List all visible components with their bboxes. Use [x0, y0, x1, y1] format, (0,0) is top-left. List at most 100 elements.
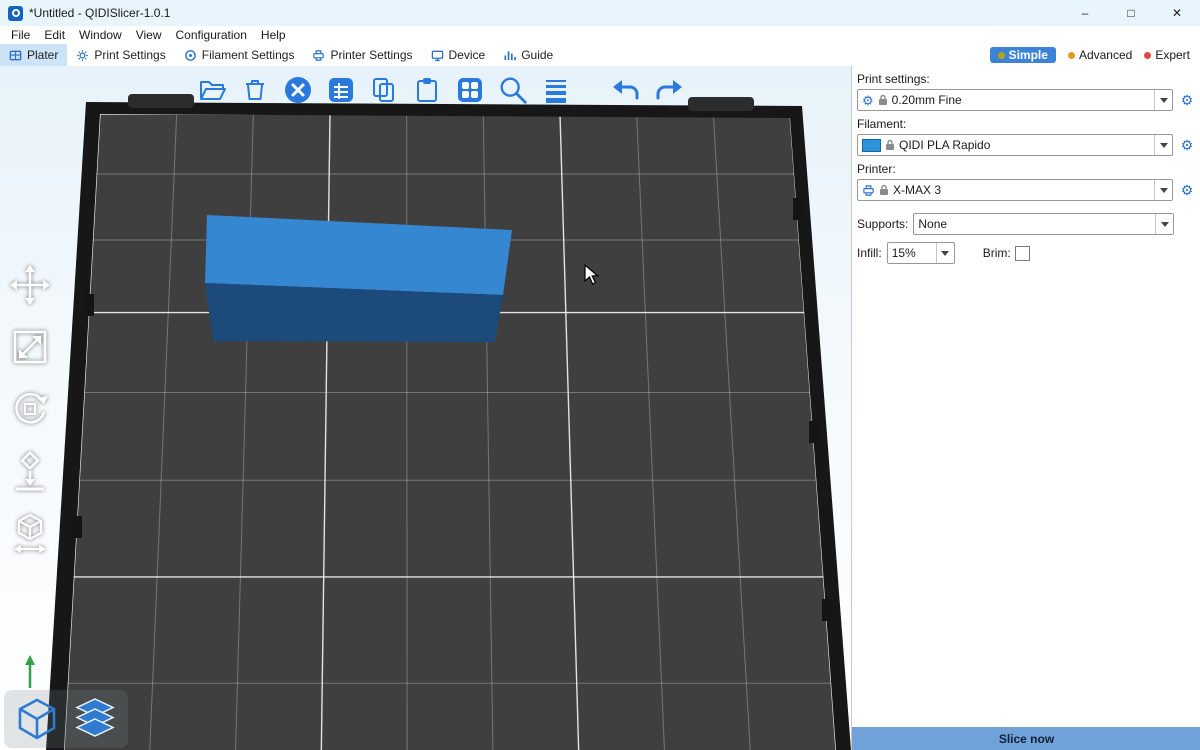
print-bed[interactable] — [0, 66, 851, 750]
plater-toolbar — [196, 72, 685, 108]
window-controls: – □ ✕ — [1062, 0, 1200, 26]
printer-icon — [862, 184, 875, 197]
app-icon — [8, 6, 23, 21]
print-settings-gear-button[interactable] — [1178, 92, 1196, 109]
copy-button[interactable] — [368, 74, 400, 106]
tab-label: Printer Settings — [330, 48, 412, 62]
printer-settings-icon — [312, 49, 325, 62]
search-button[interactable] — [497, 74, 529, 106]
bed-notch — [809, 421, 819, 443]
view-mode-toolbar — [4, 690, 128, 748]
lock-icon — [885, 139, 895, 151]
filament-gear-button[interactable] — [1178, 137, 1196, 154]
axis-arrow-icon — [25, 655, 35, 688]
viewport-3d[interactable] — [0, 66, 851, 750]
infill-combo[interactable]: 15% — [887, 242, 955, 264]
dropdown-arrow-icon[interactable] — [1154, 135, 1172, 155]
expert-mode-dot-icon — [1144, 52, 1151, 59]
arrange-button[interactable] — [325, 74, 357, 106]
menu-file[interactable]: File — [4, 28, 37, 42]
supports-label: Supports: — [857, 217, 908, 231]
tab-label: Filament Settings — [202, 48, 295, 62]
paste-button[interactable] — [411, 74, 443, 106]
tab-print-settings[interactable]: Print Settings — [67, 44, 174, 66]
printer-combo[interactable]: X-MAX 3 — [857, 179, 1173, 201]
bed-notch — [72, 516, 82, 538]
device-icon — [431, 49, 444, 62]
print-settings-label: Print settings: — [857, 72, 1199, 86]
model-object[interactable] — [205, 215, 512, 342]
measure-tool-icon[interactable] — [6, 510, 54, 556]
mode-advanced[interactable]: Advanced — [1068, 48, 1132, 62]
minimize-button[interactable]: – — [1062, 0, 1108, 26]
supports-combo[interactable]: None — [913, 213, 1174, 235]
scale-tool-icon[interactable] — [6, 324, 54, 370]
titlebar: *Untitled - QIDISlicer-1.0.1 – □ ✕ — [0, 0, 1200, 26]
tab-filament-settings[interactable]: Filament Settings — [175, 44, 304, 66]
delete-all-button[interactable] — [282, 74, 314, 106]
brim-checkbox[interactable] — [1015, 246, 1030, 261]
tab-plater[interactable]: Plater — [0, 44, 67, 66]
profile-gear-icon — [862, 94, 874, 107]
tab-label: Plater — [27, 48, 58, 62]
bed-plate — [64, 114, 836, 750]
menu-configuration[interactable]: Configuration — [169, 28, 254, 42]
delete-button[interactable] — [239, 74, 271, 106]
settings-panel: Print settings: 0.20mm Fine Filament: QI… — [851, 66, 1200, 750]
rotate-tool-icon[interactable] — [6, 386, 54, 432]
brim-label: Brim: — [983, 246, 1011, 260]
tabbar: Plater Print Settings Filament Settings … — [0, 44, 1200, 67]
window-title: *Untitled - QIDISlicer-1.0.1 — [29, 6, 170, 20]
menu-window[interactable]: Window — [72, 28, 129, 42]
close-button[interactable]: ✕ — [1154, 0, 1200, 26]
menu-view[interactable]: View — [129, 28, 169, 42]
printer-gear-button[interactable] — [1178, 182, 1196, 199]
undo-button[interactable] — [610, 74, 642, 106]
dropdown-arrow-icon[interactable] — [1154, 90, 1172, 110]
lock-icon — [879, 184, 889, 196]
place-on-face-tool-icon[interactable] — [6, 448, 54, 494]
filament-color-swatch — [862, 139, 881, 152]
simple-mode-dot-icon — [998, 52, 1005, 59]
bed-clip-right — [688, 97, 754, 111]
print-settings-combo[interactable]: 0.20mm Fine — [857, 89, 1173, 111]
bed-notch — [84, 294, 94, 316]
move-tool-icon[interactable] — [6, 262, 54, 308]
lock-icon — [878, 94, 888, 106]
split-to-objects-button[interactable] — [454, 74, 486, 106]
open-button[interactable] — [196, 74, 228, 106]
tab-printer-settings[interactable]: Printer Settings — [303, 44, 421, 66]
filament-combo[interactable]: QIDI PLA Rapido — [857, 134, 1173, 156]
tab-label: Print Settings — [94, 48, 165, 62]
redo-button[interactable] — [653, 74, 685, 106]
mode-simple[interactable]: Simple — [990, 47, 1056, 63]
infill-label: Infill: — [857, 246, 882, 260]
tab-label: Device — [449, 48, 486, 62]
menu-help[interactable]: Help — [254, 28, 293, 42]
preview-view-button[interactable] — [68, 692, 122, 746]
editor-view-button[interactable] — [10, 692, 64, 746]
mode-expert[interactable]: Expert — [1144, 48, 1190, 62]
mode-switcher: Simple Advanced Expert — [990, 44, 1200, 66]
print-settings-icon — [76, 49, 89, 62]
tab-device[interactable]: Device — [422, 44, 495, 66]
menu-edit[interactable]: Edit — [37, 28, 72, 42]
plater-icon — [9, 49, 22, 62]
advanced-mode-dot-icon — [1068, 52, 1075, 59]
guide-icon — [503, 49, 516, 62]
dropdown-arrow-icon[interactable] — [936, 243, 954, 263]
bed-notch — [793, 198, 803, 220]
slice-now-button[interactable]: Slice now — [852, 727, 1200, 750]
maximize-button[interactable]: □ — [1108, 0, 1154, 26]
tab-label: Guide — [521, 48, 553, 62]
menubar: File Edit Window View Configuration Help — [0, 26, 1200, 44]
filament-settings-icon — [184, 49, 197, 62]
dropdown-arrow-icon[interactable] — [1155, 214, 1173, 234]
bed-clip-left — [128, 94, 194, 108]
printer-label: Printer: — [857, 162, 1199, 176]
dropdown-arrow-icon[interactable] — [1154, 180, 1172, 200]
bed-notch — [822, 599, 832, 621]
variable-layer-height-button[interactable] — [540, 74, 572, 106]
tab-guide[interactable]: Guide — [494, 44, 562, 66]
gizmo-toolbar — [6, 262, 54, 556]
